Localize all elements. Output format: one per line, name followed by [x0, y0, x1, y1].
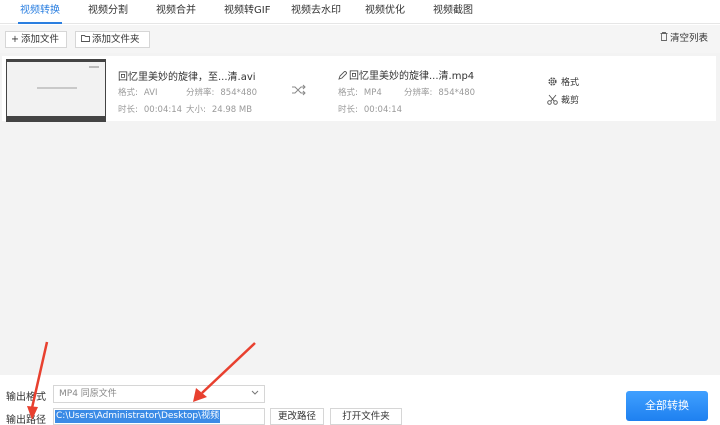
source-resolution: 分辨率: 854*480 [186, 88, 258, 98]
tab-video-screenshot[interactable]: 视频截图 [433, 0, 473, 24]
bottom-bar: 输出格式 MP4 同原文件 输出路径 C:\Users\Administrato… [0, 375, 720, 425]
source-file-name: 回忆里美妙的旋律，至...清.avi [118, 72, 256, 83]
source-format: 格式: AVI [118, 88, 158, 98]
clear-list-button[interactable]: 清空列表 [655, 31, 715, 48]
tab-bar: 视频转换 视频分割 视频合并 视频转GIF 视频去水印 视频优化 视频截图 [0, 0, 720, 24]
toolbar: + 添加文件 添加文件夹 清空列表 [0, 25, 720, 53]
output-format-label: 输出格式 [6, 392, 46, 403]
file-list: 回忆里美妙的旋律，至...清.avi 格式: AVI 分辨率: 854*480 时长… [0, 53, 720, 375]
chevron-down-icon [251, 390, 259, 395]
cut-button[interactable]: 裁剪 [547, 93, 579, 106]
plus-icon: + [11, 34, 19, 45]
output-path-label: 输出路径 [6, 415, 46, 425]
shuffle-icon [292, 84, 306, 96]
folder-icon [81, 32, 90, 47]
gear-icon [548, 77, 557, 86]
output-format: 格式: MP4 [338, 88, 382, 98]
convert-all-button[interactable]: 全部转换 [626, 391, 708, 421]
output-duration: 时长: 00:04:14 [338, 105, 403, 115]
tab-remove-watermark[interactable]: 视频去水印 [291, 0, 341, 24]
source-duration: 时长: 00:04:14 [118, 105, 183, 115]
trash-icon [660, 31, 668, 46]
output-resolution: 分辨率: 854*480 [404, 88, 476, 98]
tab-video-split[interactable]: 视频分割 [88, 0, 128, 24]
open-folder-button[interactable]: 打开文件夹 [330, 408, 402, 425]
scissors-icon [547, 94, 558, 105]
edit-icon[interactable] [338, 70, 348, 80]
add-file-button[interactable]: + 添加文件 [5, 31, 67, 48]
tab-video-merge[interactable]: 视频合并 [156, 0, 196, 24]
output-path-input[interactable]: C:\Users\Administrator\Desktop\视频 [53, 408, 265, 425]
tab-video-optimize[interactable]: 视频优化 [365, 0, 405, 24]
output-file-name[interactable]: 回忆里美妙的旋律...清.mp4 [338, 67, 474, 82]
source-size: 大小: 24.98 MB [186, 105, 253, 115]
output-format-select[interactable]: MP4 同原文件 [53, 385, 265, 403]
tab-video-to-gif[interactable]: 视频转GIF [224, 0, 270, 24]
list-item[interactable]: 回忆里美妙的旋律，至...清.avi 格式: AVI 分辨率: 854*480 时长… [2, 56, 716, 122]
change-path-button[interactable]: 更改路径 [270, 408, 324, 425]
add-folder-button[interactable]: 添加文件夹 [75, 31, 150, 48]
tab-video-convert[interactable]: 视频转换 [18, 0, 62, 24]
format-settings-button[interactable]: 格式 [547, 75, 579, 88]
video-thumbnail [6, 59, 106, 122]
